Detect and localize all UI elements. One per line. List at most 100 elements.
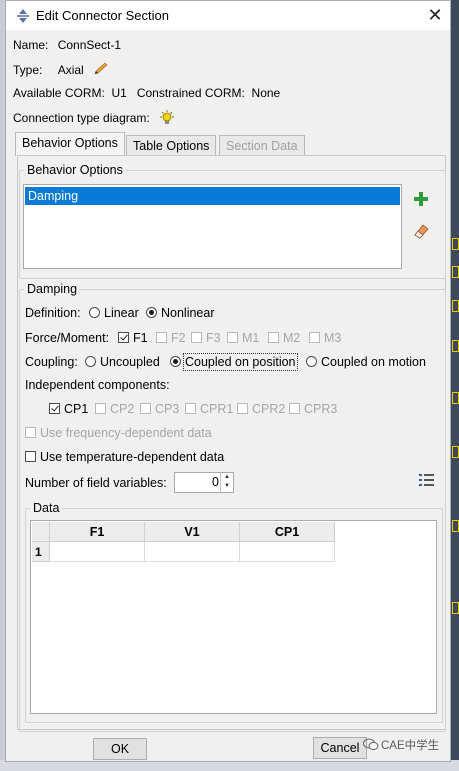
checkbox-label: CPR2 xyxy=(252,402,286,416)
coupling-label: Coupling: xyxy=(25,355,78,369)
force-f2-checkbox[interactable]: F2 xyxy=(156,331,186,345)
radio-icon xyxy=(306,356,317,367)
tab-behavior-options[interactable]: Behavior Options xyxy=(15,132,125,156)
background-marker xyxy=(452,446,459,458)
add-icon[interactable] xyxy=(414,192,428,206)
radio-icon xyxy=(85,356,96,367)
background-marker xyxy=(452,266,459,278)
checkbox-label: F2 xyxy=(171,331,186,345)
type-row: Type: Axial xyxy=(13,62,109,77)
definition-label: Definition: xyxy=(25,306,81,320)
moment-m2-checkbox[interactable]: M2 xyxy=(268,331,300,345)
definition-nonlinear-radio[interactable]: Nonlinear xyxy=(146,306,215,320)
cpr2-checkbox[interactable]: CPR2 xyxy=(237,402,285,416)
force-f3-checkbox[interactable]: F3 xyxy=(191,331,221,345)
checkbox-label: CP2 xyxy=(110,402,135,416)
column-header-cp1[interactable]: CP1 xyxy=(240,522,335,542)
column-header-f1[interactable]: F1 xyxy=(50,522,145,542)
checkbox-label: Use frequency-dependent data xyxy=(40,426,212,440)
checkbox-icon xyxy=(185,403,196,414)
table-cell[interactable] xyxy=(145,542,240,562)
use-temperature-checkbox[interactable]: Use temperature-dependent data xyxy=(25,450,224,464)
title-bar[interactable]: Edit Connector Section ✕ xyxy=(6,1,450,30)
checkbox-label: M3 xyxy=(324,331,342,345)
table-cell[interactable] xyxy=(50,542,145,562)
ok-button[interactable]: OK xyxy=(93,738,147,760)
checkbox-icon xyxy=(237,403,248,414)
checkbox-icon xyxy=(309,332,320,343)
checkbox-icon xyxy=(25,427,36,438)
cpr3-checkbox[interactable]: CPR3 xyxy=(289,402,337,416)
field-variables-spinner[interactable]: 0 ▲ ▼ xyxy=(174,472,234,493)
corm-info: Available CORM: U1 Constrained CORM: Non… xyxy=(13,86,281,100)
tab-section-data[interactable]: Section Data xyxy=(219,135,305,157)
cp3-checkbox[interactable]: CP3 xyxy=(140,402,179,416)
behavior-options-list[interactable]: Damping xyxy=(23,184,402,269)
radio-label: Coupled on motion xyxy=(321,355,426,369)
cancel-button[interactable]: Cancel xyxy=(313,737,367,759)
checkbox-icon xyxy=(118,332,129,343)
moment-m1-checkbox[interactable]: M1 xyxy=(227,331,259,345)
data-table[interactable]: F1 V1 CP1 1 xyxy=(30,520,437,714)
coupling-uncoupled-radio[interactable]: Uncoupled xyxy=(85,355,160,369)
window-title: Edit Connector Section xyxy=(36,8,169,23)
checkbox-icon xyxy=(191,332,202,343)
checkbox-label: Use temperature-dependent data xyxy=(40,450,225,464)
name-row: Name: ConnSect-1 xyxy=(13,38,121,52)
checkbox-icon xyxy=(49,403,60,414)
radio-label: Coupled on position xyxy=(183,353,298,371)
edit-connector-section-dialog: Edit Connector Section ✕ Name: ConnSect-… xyxy=(5,0,451,762)
eraser-icon[interactable] xyxy=(412,223,430,239)
field-variables-value: 0 xyxy=(212,475,219,489)
cpr1-checkbox[interactable]: CPR1 xyxy=(185,402,233,416)
app-icon xyxy=(17,9,29,23)
lightbulb-icon[interactable] xyxy=(159,110,175,126)
radio-label: Uncoupled xyxy=(100,355,160,369)
checkbox-icon xyxy=(140,403,151,414)
background-marker xyxy=(452,340,459,352)
use-frequency-checkbox[interactable]: Use frequency-dependent data xyxy=(25,426,212,440)
checkbox-icon xyxy=(227,332,238,343)
spin-down-icon[interactable]: ▼ xyxy=(221,482,233,491)
coupling-position-radio[interactable]: Coupled on position xyxy=(170,353,298,371)
spin-up-icon[interactable]: ▲ xyxy=(221,473,233,482)
radio-icon xyxy=(146,307,157,318)
checkbox-icon xyxy=(289,403,300,414)
force-f1-checkbox[interactable]: F1 xyxy=(118,331,148,345)
table-corner xyxy=(32,522,50,542)
table-options-list-icon[interactable] xyxy=(419,473,434,487)
type-label: Type: xyxy=(13,63,43,77)
type-value: Axial xyxy=(57,63,84,77)
cp1-checkbox[interactable]: CP1 xyxy=(49,402,88,416)
list-item[interactable]: Damping xyxy=(25,187,400,205)
column-header-v1[interactable]: V1 xyxy=(145,522,240,542)
background-marker xyxy=(452,238,459,250)
definition-linear-radio[interactable]: Linear xyxy=(89,306,139,320)
background-marker xyxy=(452,300,459,312)
checkbox-icon xyxy=(25,451,36,462)
name-label: Name: xyxy=(13,38,49,52)
diagram-row: Connection type diagram: xyxy=(13,110,175,126)
moment-m3-checkbox[interactable]: M3 xyxy=(309,331,341,345)
name-value: ConnSect-1 xyxy=(57,38,122,52)
radio-label: Nonlinear xyxy=(161,306,215,320)
checkbox-label: M1 xyxy=(242,331,260,345)
checkbox-label: M2 xyxy=(283,331,301,345)
checkbox-label: CPR1 xyxy=(200,402,234,416)
radio-label: Linear xyxy=(104,306,139,320)
edit-pencil-icon[interactable] xyxy=(93,62,109,76)
watermark-text: CAE中学生 xyxy=(381,740,440,752)
checkbox-icon xyxy=(95,403,106,414)
field-variables-label: Number of field variables: xyxy=(25,476,167,490)
tab-table-options[interactable]: Table Options xyxy=(126,135,217,157)
watermark: CAE中学生 xyxy=(363,737,439,753)
coupling-motion-radio[interactable]: Coupled on motion xyxy=(306,355,426,369)
background-marker xyxy=(452,602,459,614)
background-marker xyxy=(452,392,459,404)
row-header[interactable]: 1 xyxy=(32,542,50,562)
cp2-checkbox[interactable]: CP2 xyxy=(95,402,134,416)
close-button[interactable]: ✕ xyxy=(424,4,446,26)
spinner-arrows[interactable]: ▲ ▼ xyxy=(220,473,233,492)
force-moment-label: Force/Moment: xyxy=(25,331,110,345)
table-cell[interactable] xyxy=(240,542,335,562)
